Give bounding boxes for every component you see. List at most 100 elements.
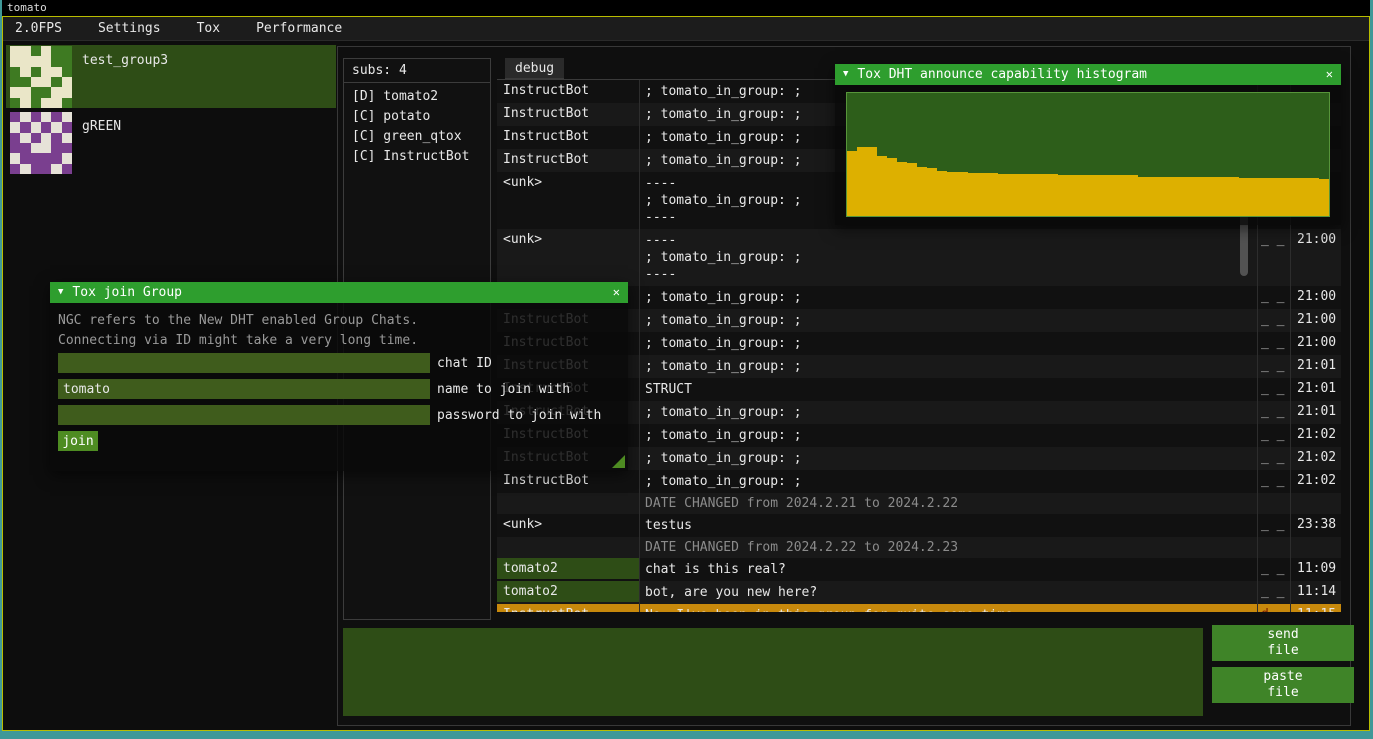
join-window-titlebar[interactable]: ▼ Tox join Group ✕ [50,282,628,303]
message-sender: <unk> [497,514,639,535]
message-time [1291,493,1341,499]
menu-bar: 2.0FPS Settings Tox Performance [3,17,1369,41]
message-row: InstructBot; tomato_in_group: ;_ _21:02 [497,470,1341,493]
message-time: 23:38 [1291,514,1341,535]
message-time: 11:15 [1291,604,1341,612]
message-flags: _ _ [1259,332,1291,353]
histogram-bar [1088,175,1098,216]
histogram-bar [1148,177,1158,216]
message-sender: InstructBot [497,149,639,170]
message-text: ; tomato_in_group: ; [639,309,1259,332]
chat-id-input[interactable] [58,353,430,373]
collapse-arrow-icon[interactable]: ▼ [843,64,848,85]
join-info-line2: Connecting via ID might take a very long… [58,333,418,348]
member-item[interactable]: [C] potato [344,107,490,127]
histogram-bar [1138,177,1148,216]
paste-file-button[interactable]: paste file [1212,667,1354,703]
histogram-bar [1008,174,1018,216]
join-password-input[interactable] [58,405,430,425]
message-time: 21:00 [1291,332,1341,353]
message-time: 21:02 [1291,470,1341,491]
histogram-bar [1158,177,1168,216]
message-sender: <unk> [497,172,639,193]
histogram-bar [1229,177,1239,216]
message-text: No, I've been in this group for quite so… [639,604,1259,612]
message-flags: _ _ [1259,558,1291,579]
message-text: ; tomato_in_group: ; [639,332,1259,355]
message-row: tomato2bot, are you new here?_ _11:14 [497,581,1341,604]
message-flags: _ _ [1259,309,1291,330]
message-text: chat is this real? [639,558,1259,581]
menu-item-performance[interactable]: Performance [244,17,354,41]
dht-window-body [835,85,1341,225]
message-text: DATE CHANGED from 2024.2.21 to 2024.2.22 [639,493,1259,514]
histogram-bar [877,156,887,216]
menu-item-2-0fps[interactable]: 2.0FPS [3,17,74,41]
histogram-bar [1118,175,1128,216]
message-text: ; tomato_in_group: ; [639,286,1259,309]
histogram-bar [857,147,867,216]
send-file-button[interactable]: send file [1212,625,1354,661]
message-flags: _ _ [1259,229,1291,250]
histogram-bar [937,171,947,217]
join-group-window: ▼ Tox join Group ✕ NGC refers to the New… [50,282,628,471]
message-flags: _ _ [1259,581,1291,602]
menu-item-tox[interactable]: Tox [185,17,232,41]
histogram-bar [1128,175,1138,216]
member-item[interactable]: [C] green_qtox [344,127,490,147]
join-button[interactable]: join [58,431,98,451]
message-time: 21:01 [1291,355,1341,376]
histogram-bar [978,173,988,216]
histogram-bar [887,158,897,216]
join-window-title: Tox join Group [72,282,182,303]
group-item-gREEN[interactable]: gREEN [6,111,336,174]
message-text: STRUCT [639,378,1259,401]
message-flags [1259,493,1291,499]
dht-window-titlebar[interactable]: ▼ Tox DHT announce capability histogram … [835,64,1341,85]
message-flags [1259,537,1291,543]
histogram-bar [1028,174,1038,216]
message-sender: InstructBot [497,80,639,101]
histogram-bar [1048,174,1058,216]
message-time: 21:01 [1291,378,1341,399]
tab-debug[interactable]: debug [505,58,564,79]
histogram-bar [1249,178,1259,216]
message-flags: d [1259,604,1291,612]
member-item[interactable]: [D] tomato2 [344,87,490,107]
message-text: ; tomato_in_group: ; [639,447,1259,470]
group-item-test_group3[interactable]: test_group3 [6,45,336,108]
subs-header: subs: 4 [344,59,490,83]
message-row: <unk>---- ; tomato_in_group: ; ----_ _21… [497,229,1341,286]
histogram-bar [998,174,1008,216]
message-time: 21:00 [1291,229,1341,250]
message-time: 11:09 [1291,558,1341,579]
message-sender: InstructBot [497,103,639,124]
message-row: DATE CHANGED from 2024.2.22 to 2024.2.23 [497,537,1341,558]
histogram-bar [1289,178,1299,216]
histogram-bar [1259,178,1269,216]
resize-grip[interactable] [612,455,625,468]
message-sender: InstructBot [497,126,639,147]
message-time: 21:02 [1291,447,1341,468]
wm-titlebar: tomato [2,0,1370,16]
histogram-bar [917,167,927,216]
group-name: test_group3 [72,45,168,68]
message-flags: _ _ [1259,378,1291,399]
message-flags: _ _ [1259,401,1291,422]
menu-item-settings[interactable]: Settings [86,17,173,41]
message-time: 21:01 [1291,401,1341,422]
app-window: tomato 2.0FPS Settings Tox Performance test… [0,0,1373,739]
close-icon[interactable]: ✕ [1326,64,1333,85]
member-item[interactable]: [C] InstructBot [344,147,490,167]
message-input[interactable] [343,628,1203,716]
collapse-arrow-icon[interactable]: ▼ [58,282,63,303]
column-divider [639,80,640,612]
histogram-bar [1269,178,1279,216]
message-text: DATE CHANGED from 2024.2.22 to 2024.2.23 [639,537,1259,558]
message-sender: tomato2 [497,581,639,602]
join-name-input[interactable] [58,379,430,399]
message-text: ; tomato_in_group: ; [639,355,1259,378]
histogram-bar [1038,174,1048,216]
close-icon[interactable]: ✕ [613,282,620,303]
histogram-bar [1279,178,1289,216]
